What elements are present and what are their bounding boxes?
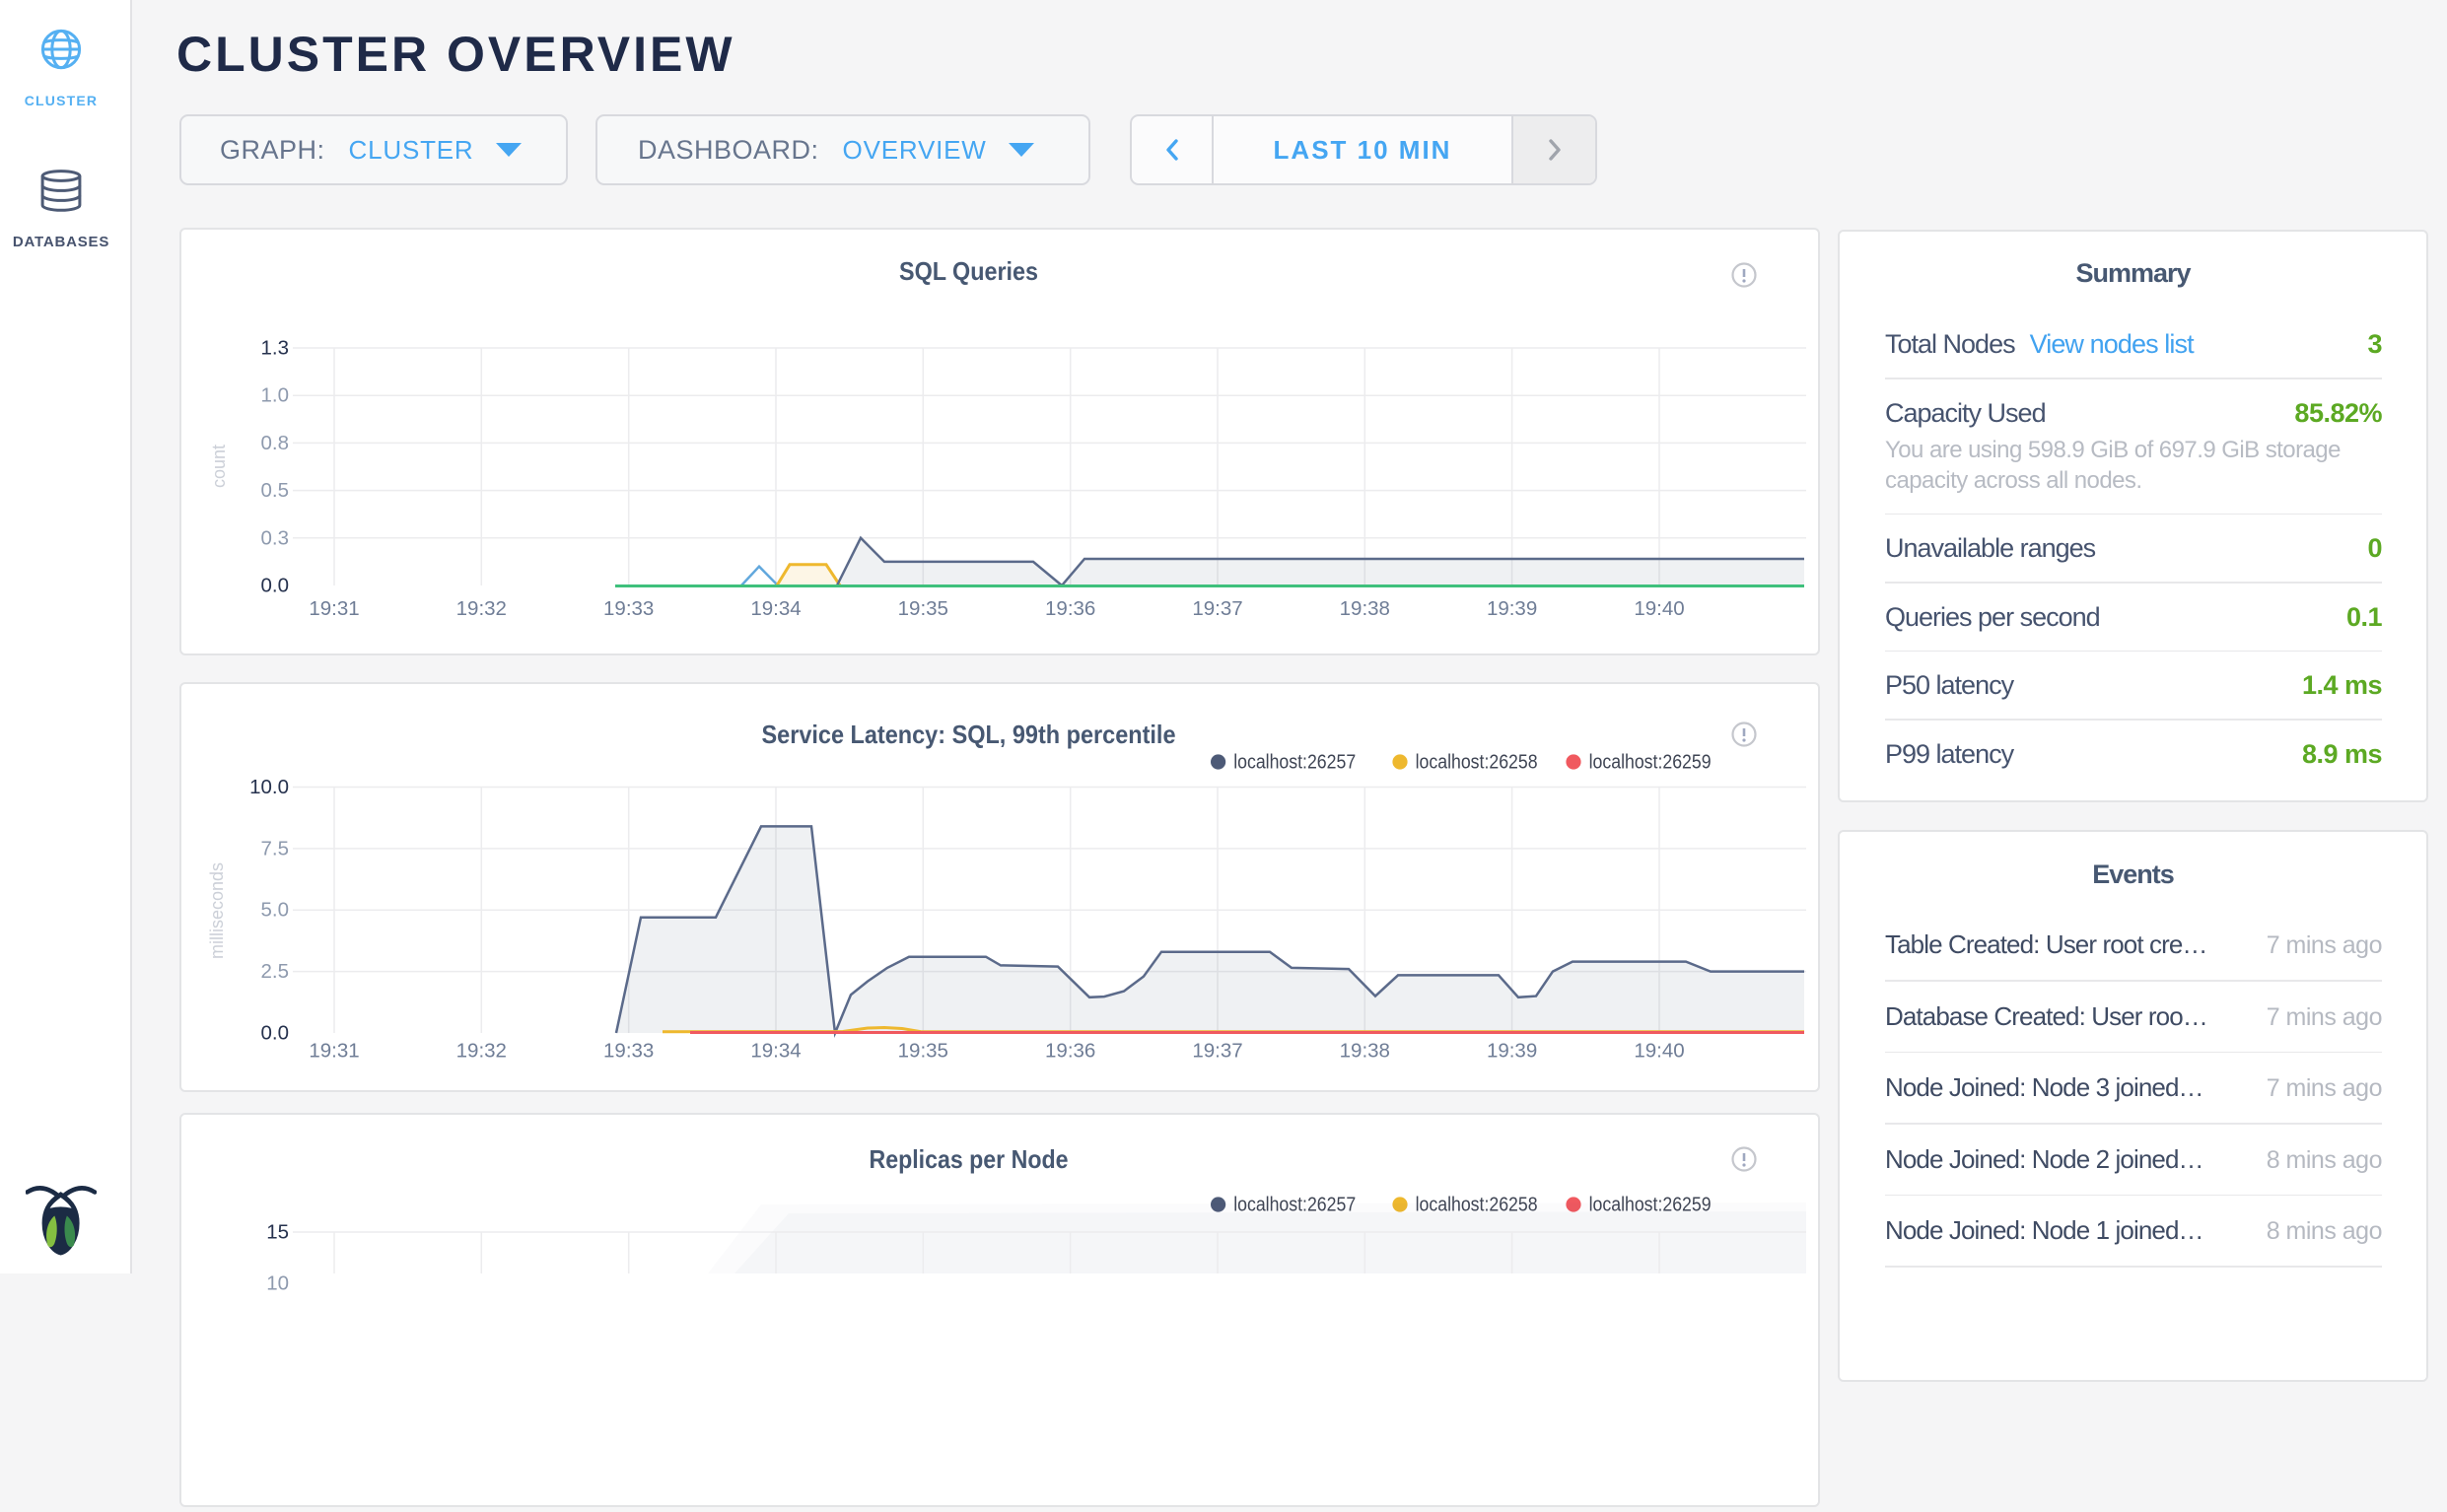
svg-text:19:40: 19:40 <box>1634 597 1684 620</box>
svg-text:10: 10 <box>266 1272 289 1295</box>
svg-text:19:32: 19:32 <box>456 597 507 620</box>
svg-text:0.0: 0.0 <box>261 1022 290 1045</box>
svg-text:Replicas per Node: Replicas per Node <box>870 1144 1069 1174</box>
svg-text:19:39: 19:39 <box>1487 597 1537 620</box>
svg-text:19:37: 19:37 <box>1192 1040 1242 1063</box>
svg-text:19:33: 19:33 <box>603 1040 654 1063</box>
svg-text:0.0: 0.0 <box>261 575 290 597</box>
svg-text:19:31: 19:31 <box>309 1040 359 1063</box>
svg-text:1.3: 1.3 <box>261 337 290 360</box>
svg-text:localhost:26258: localhost:26258 <box>1416 751 1538 774</box>
svg-text:19:31: 19:31 <box>309 597 359 620</box>
svg-text:10.0: 10.0 <box>249 776 289 798</box>
svg-text:count: count <box>209 445 229 488</box>
svg-text:1.0: 1.0 <box>261 384 290 407</box>
svg-text:localhost:26257: localhost:26257 <box>1233 751 1356 774</box>
svg-text:localhost:26259: localhost:26259 <box>1589 751 1712 774</box>
svg-text:7.5: 7.5 <box>261 837 290 859</box>
svg-text:0.3: 0.3 <box>261 526 290 549</box>
svg-text:19:35: 19:35 <box>898 1040 948 1063</box>
svg-text:19:36: 19:36 <box>1045 1040 1095 1063</box>
svg-text:19:38: 19:38 <box>1340 1040 1390 1063</box>
svg-text:19:35: 19:35 <box>898 597 948 620</box>
svg-text:19:34: 19:34 <box>750 597 801 620</box>
svg-text:Service Latency: SQL, 99th per: Service Latency: SQL, 99th percentile <box>762 720 1176 749</box>
svg-text:5.0: 5.0 <box>261 899 290 922</box>
svg-text:19:39: 19:39 <box>1487 1040 1537 1063</box>
svg-text:SQL Queries: SQL Queries <box>899 256 1038 286</box>
svg-text:19:37: 19:37 <box>1192 597 1242 620</box>
svg-text:0.5: 0.5 <box>261 479 290 502</box>
svg-text:19:32: 19:32 <box>456 1040 507 1063</box>
svg-text:19:34: 19:34 <box>750 1040 801 1063</box>
svg-text:19:38: 19:38 <box>1340 597 1390 620</box>
svg-text:0.8: 0.8 <box>261 432 290 454</box>
svg-text:15: 15 <box>266 1221 289 1244</box>
svg-text:19:36: 19:36 <box>1045 597 1095 620</box>
svg-text:19:33: 19:33 <box>603 597 654 620</box>
svg-text:milliseconds: milliseconds <box>207 862 227 959</box>
svg-text:2.5: 2.5 <box>261 960 290 983</box>
svg-text:19:40: 19:40 <box>1634 1040 1684 1063</box>
